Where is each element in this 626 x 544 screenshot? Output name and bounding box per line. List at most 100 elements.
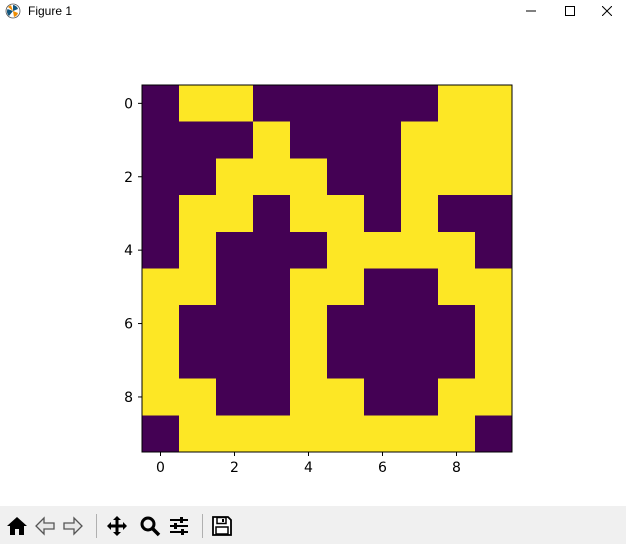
zoom-button[interactable] xyxy=(137,512,163,540)
heatmap-cell-r1-c7 xyxy=(401,121,439,159)
heatmap-cell-r4-c2 xyxy=(216,231,254,269)
heatmap-cell-r2-c3 xyxy=(253,158,291,196)
heatmap-cell-r5-c8 xyxy=(438,268,476,306)
heatmap-cell-r5-c3 xyxy=(253,268,291,306)
heatmap-cell-r1-c6 xyxy=(364,121,402,159)
configure-subplots-button[interactable] xyxy=(166,512,192,540)
heatmap-cell-r1-c0 xyxy=(142,121,180,159)
heatmap-cell-r5-c2 xyxy=(216,268,254,306)
heatmap-cell-r6-c7 xyxy=(401,305,439,343)
heatmap-cell-r0-c6 xyxy=(364,85,402,122)
heatmap-cell-r5-c6 xyxy=(364,268,402,306)
heatmap-cell-r4-c6 xyxy=(364,231,402,269)
close-button[interactable] xyxy=(588,0,626,22)
heatmap-cell-r1-c4 xyxy=(290,121,328,159)
heatmap-cell-r4-c9 xyxy=(475,231,513,269)
heatmap-cell-r0-c2 xyxy=(216,85,254,122)
y-tick-label: 4 xyxy=(124,243,133,259)
heatmap-cell-r6-c5 xyxy=(327,305,365,343)
heatmap-cell-r1-c3 xyxy=(253,121,291,159)
heatmap-cell-r9-c5 xyxy=(327,415,365,453)
heatmap-cell-r7-c5 xyxy=(327,341,365,379)
close-icon xyxy=(602,6,612,16)
heatmap-cell-r5-c4 xyxy=(290,268,328,306)
heatmap-cell-r7-c0 xyxy=(142,341,180,379)
heatmap-cell-r9-c2 xyxy=(216,415,254,453)
heatmap-cell-r8-c7 xyxy=(401,378,439,416)
y-tick-label: 8 xyxy=(124,390,133,406)
heatmap-cell-r6-c0 xyxy=(142,305,180,343)
heatmap-cell-r0-c8 xyxy=(438,85,476,122)
heatmap-cell-r0-c0 xyxy=(142,85,180,122)
heatmap-cell-r6-c6 xyxy=(364,305,402,343)
save-button[interactable] xyxy=(209,512,235,540)
heatmap-cell-r7-c1 xyxy=(179,341,217,379)
heatmap-cell-r1-c8 xyxy=(438,121,476,159)
heatmap-cell-r3-c7 xyxy=(401,195,439,233)
heatmap-cell-r5-c1 xyxy=(179,268,217,306)
heatmap-cell-r7-c9 xyxy=(475,341,513,379)
back-arrow-icon xyxy=(35,516,55,536)
move-icon xyxy=(107,516,127,536)
heatmap-cell-r4-c5 xyxy=(327,231,365,269)
heatmap-cell-r5-c5 xyxy=(327,268,365,306)
heatmap-cell-r8-c0 xyxy=(142,378,180,416)
minimize-icon xyxy=(526,10,536,12)
heatmap-cell-r1-c9 xyxy=(475,121,513,159)
heatmap-cell-r2-c5 xyxy=(327,158,365,196)
heatmap-cell-r2-c6 xyxy=(364,158,402,196)
heatmap-cell-r4-c0 xyxy=(142,231,180,269)
toolbar-separator xyxy=(96,514,97,538)
heatmap-cell-r0-c7 xyxy=(401,85,439,122)
heatmap-cell-r3-c0 xyxy=(142,195,180,233)
heatmap-cell-r2-c8 xyxy=(438,158,476,196)
heatmap-cell-r3-c5 xyxy=(327,195,365,233)
maximize-button[interactable] xyxy=(547,0,593,22)
heatmap-cell-r2-c0 xyxy=(142,158,180,196)
x-tick-label: 4 xyxy=(304,460,313,476)
forward-button[interactable] xyxy=(60,512,86,540)
window-title: Figure 1 xyxy=(28,4,73,18)
home-button[interactable] xyxy=(4,512,30,540)
heatmap-cell-r9-c4 xyxy=(290,415,328,453)
heatmap-cell-r6-c3 xyxy=(253,305,291,343)
figure-canvas[interactable]: 0 2 4 6 8 0 2 4 6 8 xyxy=(0,22,626,506)
heatmap-cell-r8-c3 xyxy=(253,378,291,416)
heatmap-cell-r1-c1 xyxy=(179,121,217,159)
heatmap-cell-r3-c8 xyxy=(438,195,476,233)
heatmap-cell-r5-c7 xyxy=(401,268,439,306)
heatmap-cell-r4-c8 xyxy=(438,231,476,269)
heatmap-cell-r9-c8 xyxy=(438,415,476,453)
heatmap-cell-r4-c1 xyxy=(179,231,217,269)
x-tick-label: 8 xyxy=(452,460,461,476)
heatmap-cell-r8-c1 xyxy=(179,378,217,416)
heatmap-cell-r6-c2 xyxy=(216,305,254,343)
heatmap-cell-r7-c7 xyxy=(401,341,439,379)
forward-arrow-icon xyxy=(63,516,83,536)
heatmap-cell-r3-c4 xyxy=(290,195,328,233)
x-tick-label: 0 xyxy=(156,460,165,476)
heatmap-cell-r3-c3 xyxy=(253,195,291,233)
heatmap-cell-r5-c0 xyxy=(142,268,180,306)
heatmap-cell-r4-c7 xyxy=(401,231,439,269)
pan-button[interactable] xyxy=(104,512,130,540)
heatmap-cell-r8-c6 xyxy=(364,378,402,416)
heatmap-plot: 0 2 4 6 8 0 2 4 6 8 xyxy=(124,84,513,476)
heatmap-cell-r9-c9 xyxy=(475,415,513,453)
navigation-toolbar xyxy=(0,506,626,544)
home-icon xyxy=(7,517,27,535)
heatmap-cell-r6-c4 xyxy=(290,305,328,343)
back-button[interactable] xyxy=(32,512,58,540)
heatmap-cell-r0-c3 xyxy=(253,85,291,122)
matplotlib-logo-icon xyxy=(5,3,21,19)
heatmap-cell-r6-c8 xyxy=(438,305,476,343)
x-tick-label: 6 xyxy=(378,460,387,476)
heatmap-cell-r7-c2 xyxy=(216,341,254,379)
heatmap-cell-r0-c1 xyxy=(179,85,217,122)
y-tick-label: 6 xyxy=(124,317,133,333)
heatmap-cell-r9-c1 xyxy=(179,415,217,453)
heatmap-cell-r1-c2 xyxy=(216,121,254,159)
maximize-icon xyxy=(565,6,575,16)
heatmap-cell-r3-c2 xyxy=(216,195,254,233)
heatmap-cell-r2-c2 xyxy=(216,158,254,196)
